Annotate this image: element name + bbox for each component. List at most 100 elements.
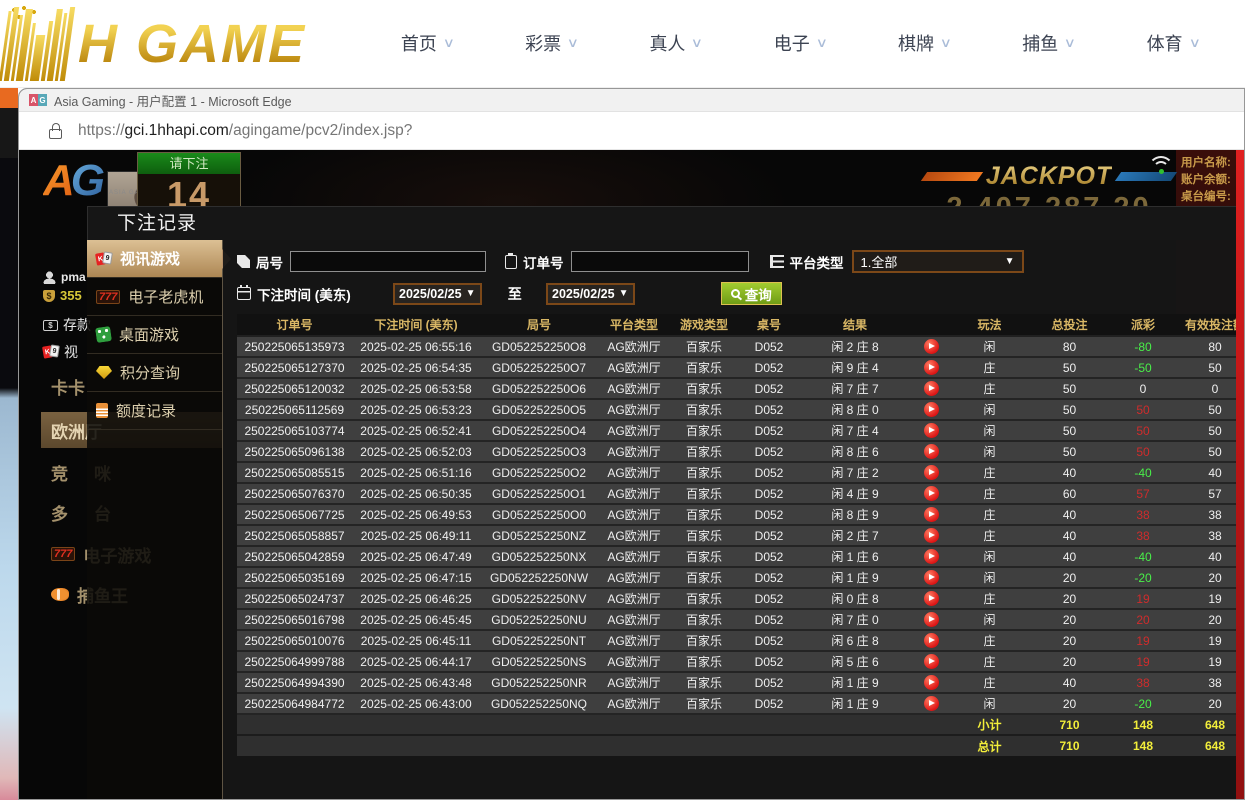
- replay-play-icon[interactable]: [924, 465, 939, 480]
- cell-play_icon: [910, 546, 952, 567]
- replay-play-icon[interactable]: [924, 360, 939, 375]
- table-row: 2502250650247372025-02-25 06:46:25GD0522…: [237, 588, 1244, 609]
- subtotal-cell: [480, 714, 598, 735]
- replay-play-icon[interactable]: [924, 675, 939, 690]
- nav-item-棋牌[interactable]: 棋牌∨: [898, 30, 951, 56]
- table-row: 2502250650677252025-02-25 06:49:53GD0522…: [237, 504, 1244, 525]
- sidebar-deposit[interactable]: $存款: [43, 315, 91, 335]
- replay-play-icon[interactable]: [924, 423, 939, 438]
- replay-play-icon[interactable]: [924, 402, 939, 417]
- replay-play-icon[interactable]: [924, 570, 939, 585]
- diamond-icon: [96, 366, 112, 379]
- cell-play_icon: [910, 378, 952, 399]
- cell-play: 闲: [952, 546, 1027, 567]
- cell-order: 250225065058857: [237, 525, 352, 546]
- cell-game: 百家乐: [670, 651, 738, 672]
- replay-play-icon[interactable]: [924, 549, 939, 564]
- table-row: 2502250650763702025-02-25 06:50:35GD0522…: [237, 483, 1244, 504]
- round-number-input[interactable]: [290, 251, 486, 272]
- replay-play-icon[interactable]: [924, 612, 939, 627]
- replay-play-icon[interactable]: [924, 633, 939, 648]
- cell-bet: 40: [1027, 462, 1112, 483]
- cell-play: 闲: [952, 336, 1027, 357]
- menu-item-桌面游戏[interactable]: 桌面游戏: [87, 316, 222, 354]
- replay-play-icon[interactable]: [924, 444, 939, 459]
- cell-platform: AG欧洲厅: [598, 357, 670, 378]
- calendar-icon: [237, 287, 251, 300]
- subtotal-cell: [738, 714, 800, 735]
- cell-game: 百家乐: [670, 462, 738, 483]
- site-logo[interactable]: H GAME: [4, 4, 306, 84]
- cell-platform: AG欧洲厅: [598, 462, 670, 483]
- cell-game: 百家乐: [670, 378, 738, 399]
- cell-play: 庄: [952, 588, 1027, 609]
- cell-play: 庄: [952, 672, 1027, 693]
- replay-play-icon[interactable]: [924, 654, 939, 669]
- total-cell: [237, 735, 352, 756]
- column-header: 结果: [800, 314, 910, 336]
- cell-round: GD052252250O7: [480, 357, 598, 378]
- cell-time: 2025-02-25 06:51:16: [352, 462, 480, 483]
- cell-round: GD052252250NT: [480, 630, 598, 651]
- chevron-down-icon: ▼: [1005, 256, 1015, 267]
- search-button[interactable]: 查询: [721, 282, 782, 305]
- menu-item-label: 视讯游戏: [120, 248, 180, 269]
- chevron-down-icon: ∨: [691, 35, 703, 51]
- nav-item-彩票[interactable]: 彩票∨: [525, 30, 578, 56]
- site-header: H GAME 首页∨ 彩票∨ 真人∨ 电子∨ 棋牌∨ 捕鱼∨ 体育∨: [0, 0, 1245, 88]
- platform-type-select[interactable]: 1.全部▼: [852, 250, 1024, 273]
- total-cell: 总计: [952, 735, 1027, 756]
- cell-order: 250225065135973: [237, 336, 352, 357]
- nav-item-真人[interactable]: 真人∨: [649, 30, 702, 56]
- menu-item-视讯游戏[interactable]: K9视讯游戏: [87, 240, 222, 278]
- cards-icon: K9: [43, 345, 59, 359]
- cell-round: GD052252250O1: [480, 483, 598, 504]
- menu-item-积分查询[interactable]: 积分查询: [87, 354, 222, 392]
- replay-play-icon[interactable]: [924, 591, 939, 606]
- column-header: 桌号: [738, 314, 800, 336]
- cell-payout: 38: [1112, 504, 1174, 525]
- nav-item-电子[interactable]: 电子∨: [774, 30, 827, 56]
- replay-play-icon[interactable]: [924, 696, 939, 711]
- cell-play_icon: [910, 567, 952, 588]
- chevron-down-icon: ∨: [940, 35, 952, 51]
- table-row: 2502250650428592025-02-25 06:47:49GD0522…: [237, 546, 1244, 567]
- nav-item-体育[interactable]: 体育∨: [1147, 30, 1200, 56]
- cell-play_icon: [910, 609, 952, 630]
- nav-item-捕鱼[interactable]: 捕鱼∨: [1022, 30, 1075, 56]
- lock-icon[interactable]: [49, 129, 62, 139]
- total-cell: [800, 735, 910, 756]
- cell-play: 闲: [952, 609, 1027, 630]
- cell-table: D052: [738, 525, 800, 546]
- column-header: [910, 314, 952, 336]
- cell-table: D052: [738, 504, 800, 525]
- menu-item-额度记录[interactable]: 额度记录: [87, 392, 222, 430]
- replay-play-icon[interactable]: [924, 339, 939, 354]
- subtotal-cell: [237, 714, 352, 735]
- replay-play-icon[interactable]: [924, 381, 939, 396]
- cell-play_icon: [910, 672, 952, 693]
- sidebar-video-games[interactable]: K9视: [43, 342, 78, 362]
- replay-play-icon[interactable]: [924, 486, 939, 501]
- user-panel-line: 账户余额:: [1181, 172, 1238, 189]
- cell-round: GD052252250O5: [480, 399, 598, 420]
- chevron-down-icon: ∨: [442, 35, 454, 51]
- menu-item-电子老虎机[interactable]: 777电子老虎机: [87, 278, 222, 316]
- date-to-picker[interactable]: 2025/02/25▼: [546, 283, 635, 305]
- platform-filter-label: 平台类型: [770, 252, 844, 272]
- url-text[interactable]: https://gci.1hhapi.com/agingame/pcv2/ind…: [78, 122, 412, 140]
- cell-round: GD052252250NV: [480, 588, 598, 609]
- date-from-picker[interactable]: 2025/02/25▼: [393, 283, 482, 305]
- cell-platform: AG欧洲厅: [598, 336, 670, 357]
- page-background-strip: [0, 88, 18, 800]
- nav-item-首页[interactable]: 首页∨: [401, 30, 454, 56]
- cell-play_icon: [910, 525, 952, 546]
- replay-play-icon[interactable]: [924, 507, 939, 522]
- cell-valid: 50: [1174, 399, 1244, 420]
- table-row: 2502250651125692025-02-25 06:53:23GD0522…: [237, 399, 1244, 420]
- order-number-input[interactable]: [571, 251, 749, 272]
- cell-result: 闲 1 庄 9: [800, 672, 910, 693]
- browser-address-bar[interactable]: https://gci.1hhapi.com/agingame/pcv2/ind…: [19, 112, 1244, 150]
- replay-play-icon[interactable]: [924, 528, 939, 543]
- countdown-label: 请下注: [138, 153, 240, 174]
